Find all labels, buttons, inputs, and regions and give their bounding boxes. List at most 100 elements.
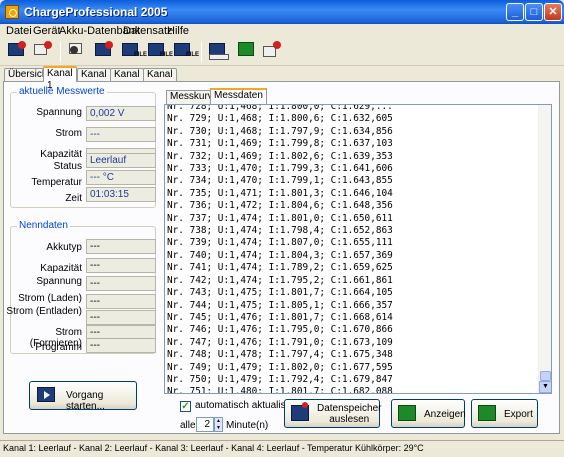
interval-prefix: alle [180, 420, 196, 431]
strom-laden-value: --- [86, 294, 156, 309]
chart-icon [398, 405, 416, 421]
messdaten-line: Nr. 734; U:1,470; I:1.799,1; C:1.643,855 [167, 175, 393, 187]
interval-spinner[interactable]: ▲ ▼ [214, 417, 223, 432]
status-value: Leerlauf [86, 153, 156, 168]
nenn-kapazitaet-value: --- [86, 258, 156, 273]
vorgang-starten-label: Vorgang starten... [66, 390, 105, 412]
messdaten-line: Nr. 750; U:1,479; I:1.792,4; C:1.679,847 [167, 373, 393, 385]
close-button[interactable]: ✕ [544, 3, 562, 21]
menu-datei[interactable]: Datei [6, 25, 32, 37]
toolbar-separator [201, 42, 202, 62]
strom-entladen-value: --- [86, 310, 156, 325]
tools-button[interactable] [32, 40, 56, 62]
messdaten-list[interactable]: Nr. 728; U:1,468; I:1.800,0; C:1.629,...… [164, 104, 552, 394]
datenspeicher-auslesen-button[interactable]: Datenspeicher auslesen [284, 399, 381, 428]
akkutyp-value: --- [86, 239, 156, 254]
strom-label: Strom [55, 128, 82, 139]
status-label: Status [53, 161, 82, 172]
messdaten-line: Nr. 729; U:1,468; I:1.800,6; C:1.632,605 [167, 113, 393, 125]
red-dot-icon [44, 41, 52, 49]
play-monitor-icon [37, 387, 55, 402]
messdaten-line: Nr. 740; U:1,474; I:1.804,3; C:1.657,369 [167, 249, 393, 261]
anzeigen-button[interactable]: Anzeigen [391, 399, 466, 428]
messdaten-line: Nr. 751; U:1,480; I:1.801,7; C:1.682,088 [167, 386, 393, 394]
scrollbar-thumb[interactable] [540, 371, 551, 381]
chart-button[interactable] [234, 40, 258, 62]
messdaten-line: Nr. 730; U:1,468; I:1.797,9; C:1.634,856 [167, 125, 393, 137]
chart-icon [238, 42, 254, 56]
strom-value: --- [86, 127, 156, 142]
datenspeicher-label: Datenspeicher auslesen [317, 403, 381, 425]
nenn-spannung-value: --- [86, 276, 156, 291]
connect-button[interactable] [6, 40, 30, 62]
interval-suffix: Minute(n) [226, 420, 269, 431]
export-chart-icon [478, 405, 496, 421]
akkutyp-label: Akkutyp [46, 242, 82, 253]
spannung-label: Spannung [36, 107, 82, 118]
status-bar: Kanal 1: Leerlauf - Kanal 2: Leerlauf - … [0, 440, 564, 457]
file-export-button[interactable]: FILE [172, 40, 199, 62]
lens-icon [70, 46, 78, 54]
tab-kanal-2[interactable]: Kanal 2 [77, 68, 111, 92]
record-button[interactable] [66, 40, 90, 62]
messdaten-line: Nr. 739; U:1,474; I:1.807,0; C:1.655,111 [167, 237, 393, 249]
export-button[interactable]: Export [471, 399, 538, 428]
programm-label: Programm [35, 342, 82, 353]
messdaten-line: Nr. 736; U:1,472; I:1.804,6; C:1.648,356 [167, 200, 393, 212]
messdaten-line: Nr. 743; U:1,475; I:1.801,7; C:1.664,105 [167, 287, 393, 299]
messdaten-line: Nr. 728; U:1,468; I:1.800,0; C:1.629,... [167, 104, 393, 112]
minimize-button[interactable]: _ [506, 3, 524, 21]
zeit-label: Zeit [65, 193, 82, 204]
zeit-value: 01:03:15 [86, 187, 156, 202]
tab-kanal-3[interactable]: Kanal 3 [110, 68, 144, 92]
programm-value: --- [86, 338, 156, 353]
menu-datensatz[interactable]: Datensatz [123, 25, 173, 37]
red-dot-icon [18, 41, 26, 49]
export-label: Export [504, 409, 533, 420]
messdaten-line: Nr. 748; U:1,478; I:1.797,4; C:1.675,348 [167, 349, 393, 361]
interval-input[interactable]: 2 [196, 417, 214, 432]
kapazitaet-label: Kapazität [40, 149, 82, 160]
spannung-value: 0,002 V [86, 106, 156, 121]
anzeigen-label: Anzeigen [424, 409, 466, 420]
red-dot-icon [105, 41, 113, 49]
messdaten-line: Nr. 732; U:1,469; I:1.802,6; C:1.639,353 [167, 150, 393, 162]
nenndaten-title: Nenndaten [17, 220, 70, 231]
tab-kanal-4[interactable]: Kanal 4 [143, 68, 177, 92]
messdaten-line: Nr. 733; U:1,470; I:1.799,3; C:1.641,606 [167, 163, 393, 175]
temperatur-value: --- °C [86, 170, 156, 185]
toolbar: FILE FILE FILE [0, 38, 564, 66]
messdaten-line: Nr. 738; U:1,474; I:1.798,4; C:1.652,863 [167, 225, 393, 237]
menu-bar: Datei Gerät Akku-Datenbank Datensatz Hil… [0, 24, 564, 39]
screen-button[interactable] [207, 40, 231, 62]
maximize-button[interactable]: □ [525, 3, 543, 21]
messdaten-line: Nr. 741; U:1,474; I:1.789,2; C:1.659,625 [167, 262, 393, 274]
vorgang-starten-button[interactable]: Vorgang starten... [29, 381, 137, 412]
datenspeicher-line1: Datenspeicher [317, 403, 382, 414]
messdaten-line: Nr. 747; U:1,476; I:1.791,0; C:1.673,109 [167, 336, 393, 348]
datenspeicher-line2: auslesen [329, 414, 370, 425]
tab-messdaten[interactable]: Messdaten [210, 88, 267, 104]
scroll-down-icon[interactable]: ▼ [539, 381, 551, 393]
messdaten-line: Nr. 742; U:1,474; I:1.795,2; C:1.661,861 [167, 274, 393, 286]
auto-update-checkbox[interactable]: ✓ [180, 401, 191, 412]
vertical-scrollbar[interactable]: ▼ [538, 105, 551, 393]
red-dot-icon [273, 41, 281, 49]
monitor-button[interactable] [93, 40, 117, 62]
tab-kanal-1[interactable]: Kanal 1 [43, 66, 77, 91]
file-open-button[interactable]: FILE [146, 40, 173, 62]
strom-entladen-label: Strom (Entladen) [6, 306, 82, 317]
menu-geraet[interactable]: Gerät [33, 25, 61, 37]
nenn-spannung-label: Spannung [36, 276, 82, 287]
messdaten-line: Nr. 731; U:1,469; I:1.799,8; C:1.637,103 [167, 138, 393, 150]
device-transfer-button[interactable] [261, 40, 285, 62]
title-bar[interactable]: ChargeProfessional 2005 _ □ ✕ [0, 0, 564, 24]
app-icon [5, 5, 19, 19]
menu-hilfe[interactable]: Hilfe [167, 25, 189, 37]
messdaten-line: Nr. 745; U:1,476; I:1.801,7; C:1.668,614 [167, 311, 393, 323]
messdaten-line: Nr. 749; U:1,479; I:1.802,0; C:1.677,595 [167, 361, 393, 373]
messdaten-line: Nr. 744; U:1,475; I:1.805,1; C:1.666,357 [167, 299, 393, 311]
file-save-button[interactable]: FILE [120, 40, 147, 62]
messwerte-title: aktuelle Messwerte [17, 86, 107, 97]
keyboard-icon [209, 54, 229, 60]
